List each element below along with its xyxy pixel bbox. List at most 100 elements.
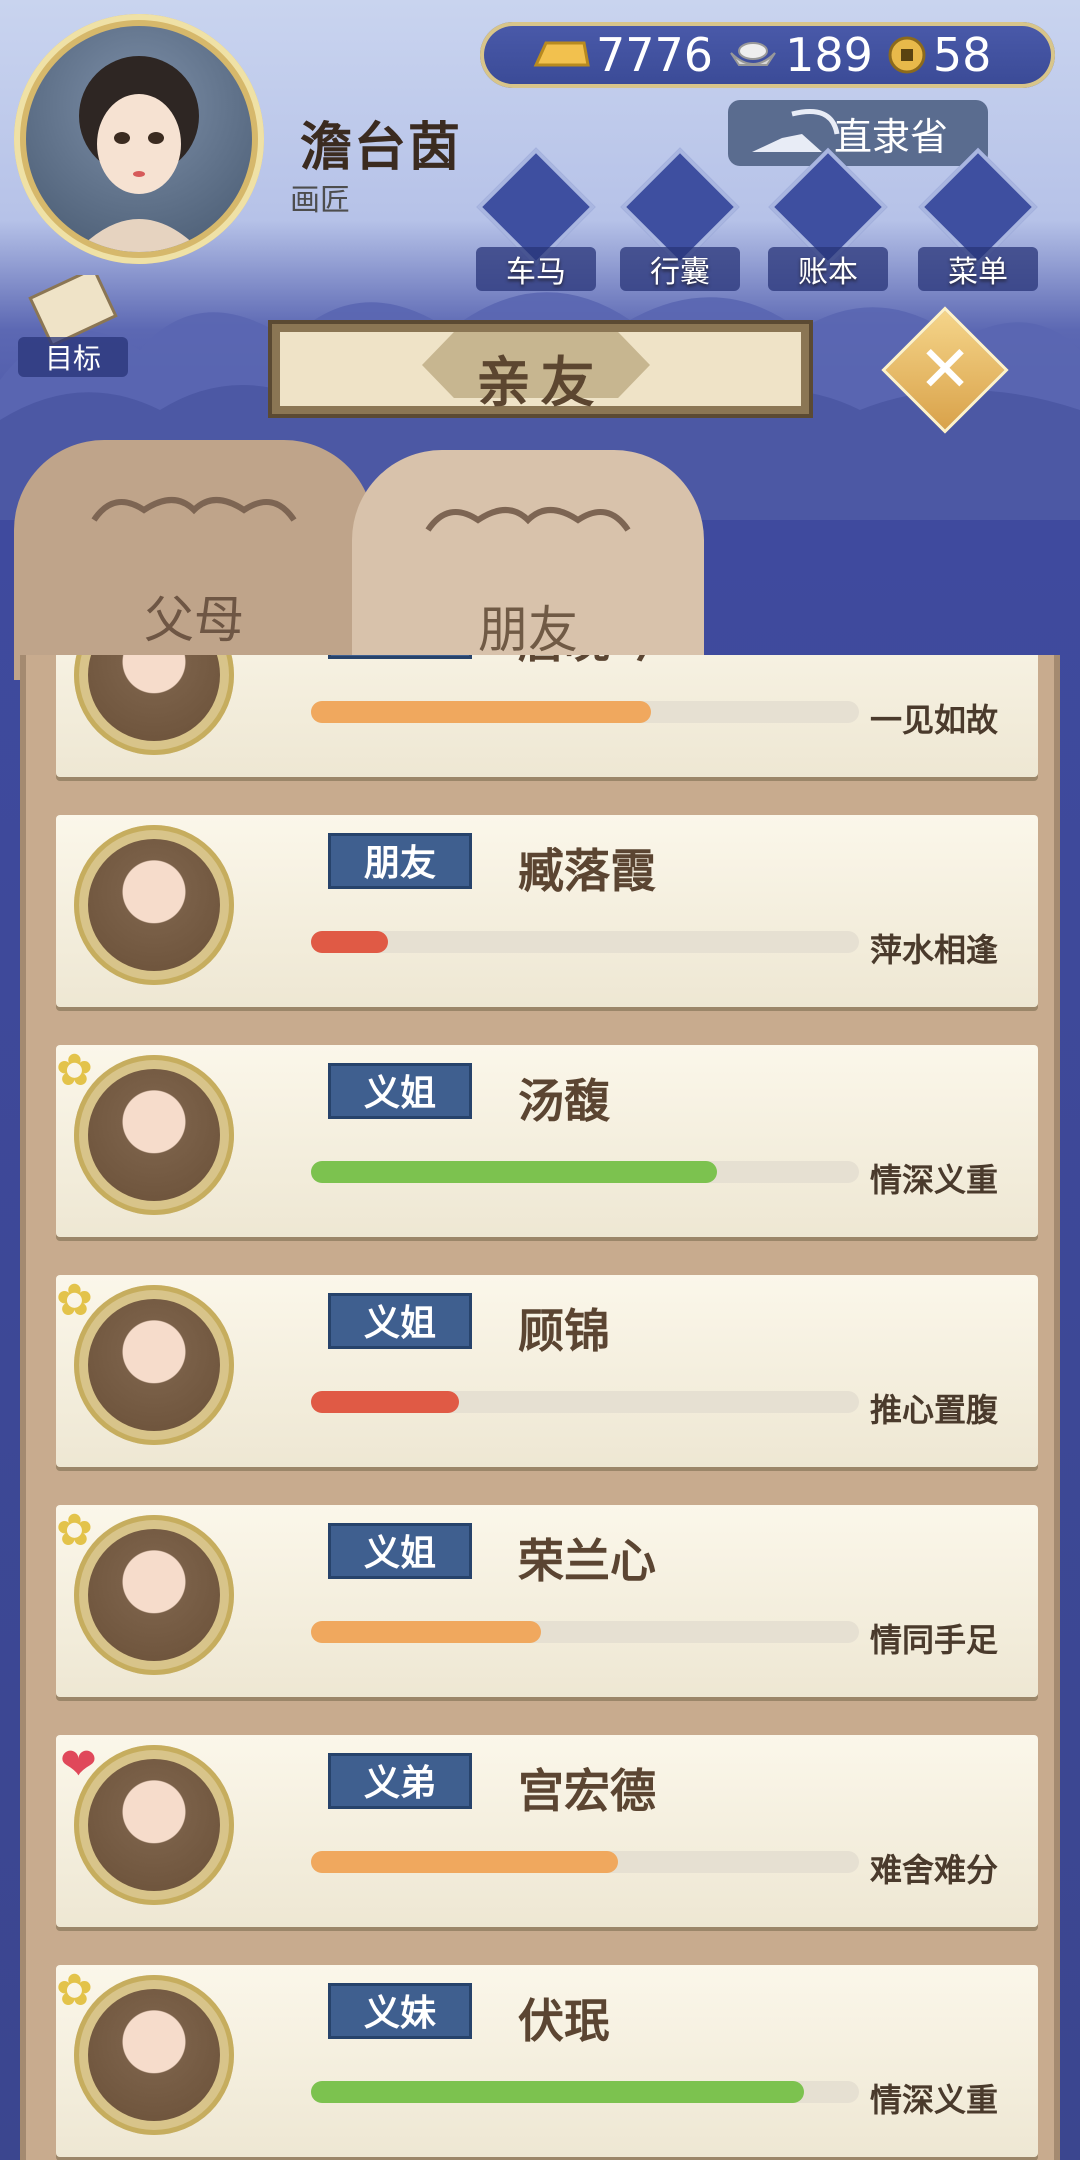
friend-name: 宫宏德 bbox=[518, 1764, 656, 1818]
currency-bar: 7776 189 58 bbox=[480, 22, 1055, 88]
gold-amount: 7776 bbox=[596, 28, 714, 82]
friend-name: 唐晚吟 bbox=[518, 655, 656, 671]
friend-portrait[interactable] bbox=[74, 655, 234, 755]
tab-parents[interactable]: 父母 bbox=[14, 440, 374, 680]
relationship-status: 推心置腹 bbox=[869, 1391, 998, 1429]
friend-portrait-art bbox=[88, 839, 220, 971]
knot-icon: ✿ bbox=[56, 1965, 93, 2016]
relation-tag: 义姐 bbox=[328, 1063, 472, 1119]
relation-tag: 义姐 bbox=[328, 1293, 472, 1349]
heart-icon: ❤ bbox=[60, 1739, 97, 1790]
friend-name: 伏珉 bbox=[518, 1994, 610, 2048]
affinity-bar-fill bbox=[311, 1391, 459, 1413]
gold-bar-icon bbox=[533, 41, 590, 67]
menu-label-bag: 行囊 bbox=[620, 247, 740, 291]
goal-label: 目标 bbox=[18, 337, 128, 377]
cloud-ornament-icon bbox=[425, 507, 631, 532]
friend-card[interactable]: ❤ 义弟 宫宏德难舍难分 bbox=[56, 1735, 1038, 1927]
relationship-status: 一见如故 bbox=[869, 701, 998, 739]
menu-button-ledger[interactable]: 账本 bbox=[768, 147, 888, 291]
affinity-bar bbox=[311, 931, 859, 953]
player-name: 澹台茵 bbox=[300, 118, 463, 178]
friend-name: 顾锦 bbox=[518, 1304, 610, 1358]
menu-button-more[interactable]: 菜单 bbox=[918, 147, 1038, 291]
affinity-bar-fill bbox=[311, 1161, 717, 1183]
coin-amount: 58 bbox=[932, 28, 992, 82]
friend-card[interactable]: ✿ 义姐 顾锦推心置腹 bbox=[56, 1275, 1038, 1467]
friend-portrait-art bbox=[88, 1529, 220, 1661]
page-title: 亲友 bbox=[476, 351, 605, 414]
friend-name: 荣兰心 bbox=[518, 1534, 656, 1588]
affinity-bar bbox=[311, 2081, 859, 2103]
knot-icon: ✿ bbox=[56, 1505, 93, 1556]
location-label: 直隶省 bbox=[833, 114, 948, 159]
friend-portrait-art bbox=[88, 1989, 220, 2121]
location-button[interactable]: 直隶省 bbox=[728, 100, 988, 166]
menu-label-more: 菜单 bbox=[918, 247, 1038, 291]
friend-card[interactable]: 朋友 臧落霞萍水相逢 bbox=[56, 815, 1038, 1007]
silver-currency: 189 bbox=[727, 28, 873, 82]
relationship-status: 情深义重 bbox=[869, 1161, 998, 1199]
menu-label-carriage: 车马 bbox=[476, 247, 596, 291]
page-title-plaque: 亲友 bbox=[268, 320, 813, 418]
relationship-status: 情深义重 bbox=[869, 2081, 998, 2119]
silver-ingot-icon bbox=[730, 42, 776, 66]
affinity-bar bbox=[311, 701, 859, 723]
menu-label-ledger: 账本 bbox=[768, 247, 888, 291]
goal-button[interactable]: 目标 bbox=[18, 266, 128, 377]
affinity-bar-fill bbox=[311, 931, 388, 953]
friend-portrait-art bbox=[88, 1069, 220, 1201]
friend-portrait-art bbox=[88, 655, 220, 741]
header: 澹台茵 画匠 7776 189 58 直隶省 车马 行囊 账本 菜单 目标 bbox=[0, 0, 1080, 377]
affinity-bar bbox=[311, 1391, 859, 1413]
friend-card[interactable]: ✿ 义姐 荣兰心情同手足 bbox=[56, 1505, 1038, 1697]
friend-portrait[interactable] bbox=[74, 825, 234, 985]
affinity-bar bbox=[311, 1851, 859, 1873]
knot-icon: ✿ bbox=[56, 1275, 93, 1326]
gold-currency: 7776 bbox=[530, 28, 713, 82]
relationship-status: 难舍难分 bbox=[869, 1851, 998, 1889]
friend-card[interactable]: ✿ 义妹 伏珉情深义重 bbox=[56, 1965, 1038, 2157]
affinity-bar-fill bbox=[311, 1851, 618, 1873]
silver-amount: 189 bbox=[785, 28, 873, 82]
friend-portrait[interactable] bbox=[74, 1055, 234, 1215]
relation-tag: 义姐 bbox=[328, 1523, 472, 1579]
relation-tag: 义妹 bbox=[328, 1983, 472, 2039]
friend-card[interactable]: ✿ 义姐 汤馥情深义重 bbox=[56, 1045, 1038, 1237]
menu-button-bag[interactable]: 行囊 bbox=[620, 147, 740, 291]
affinity-bar bbox=[311, 1161, 859, 1183]
friend-list[interactable]: 朋友唐晚吟一见如故朋友臧落霞萍水相逢✿义姐汤馥情深义重✿义姐顾锦推心置腹✿义姐荣… bbox=[20, 655, 1060, 2160]
player-portrait-art bbox=[76, 56, 202, 252]
player-title: 画匠 bbox=[290, 183, 350, 218]
relationship-status: 萍水相逢 bbox=[869, 931, 998, 969]
tab-friends[interactable]: 朋友 bbox=[352, 450, 704, 690]
player-portrait bbox=[26, 26, 252, 252]
friend-portrait[interactable] bbox=[74, 1975, 234, 2135]
affinity-bar-fill bbox=[311, 2081, 805, 2103]
affinity-bar-fill bbox=[311, 1621, 542, 1643]
relation-tag: 义弟 bbox=[328, 1753, 472, 1809]
relation-tag: 朋友 bbox=[328, 833, 472, 889]
affinity-bar-fill bbox=[311, 701, 651, 723]
friend-portrait[interactable] bbox=[74, 1515, 234, 1675]
affinity-bar bbox=[311, 1621, 859, 1643]
menu-button-carriage[interactable]: 车马 bbox=[476, 147, 596, 291]
friend-portrait[interactable] bbox=[74, 1285, 234, 1445]
relationship-status: 情同手足 bbox=[869, 1621, 998, 1659]
close-icon: ✕ bbox=[918, 333, 972, 407]
relation-tag: 朋友 bbox=[328, 655, 472, 659]
friend-portrait-art bbox=[88, 1759, 220, 1891]
friend-name: 臧落霞 bbox=[518, 844, 656, 898]
coin-currency: 58 bbox=[887, 28, 992, 82]
friend-portrait-art bbox=[88, 1299, 220, 1431]
tab-parents-label: 父母 bbox=[144, 591, 244, 649]
friend-portrait[interactable] bbox=[74, 1745, 234, 1905]
knot-icon: ✿ bbox=[56, 1045, 93, 1096]
scroll-icon bbox=[28, 266, 118, 348]
player-avatar[interactable] bbox=[14, 14, 264, 264]
cloud-ornament-icon bbox=[91, 497, 297, 522]
tab-friends-label: 朋友 bbox=[478, 601, 578, 659]
friend-name: 汤馥 bbox=[518, 1074, 610, 1128]
coin-icon bbox=[888, 36, 926, 74]
friend-card[interactable]: 朋友 唐晚吟一见如故 bbox=[56, 655, 1038, 777]
